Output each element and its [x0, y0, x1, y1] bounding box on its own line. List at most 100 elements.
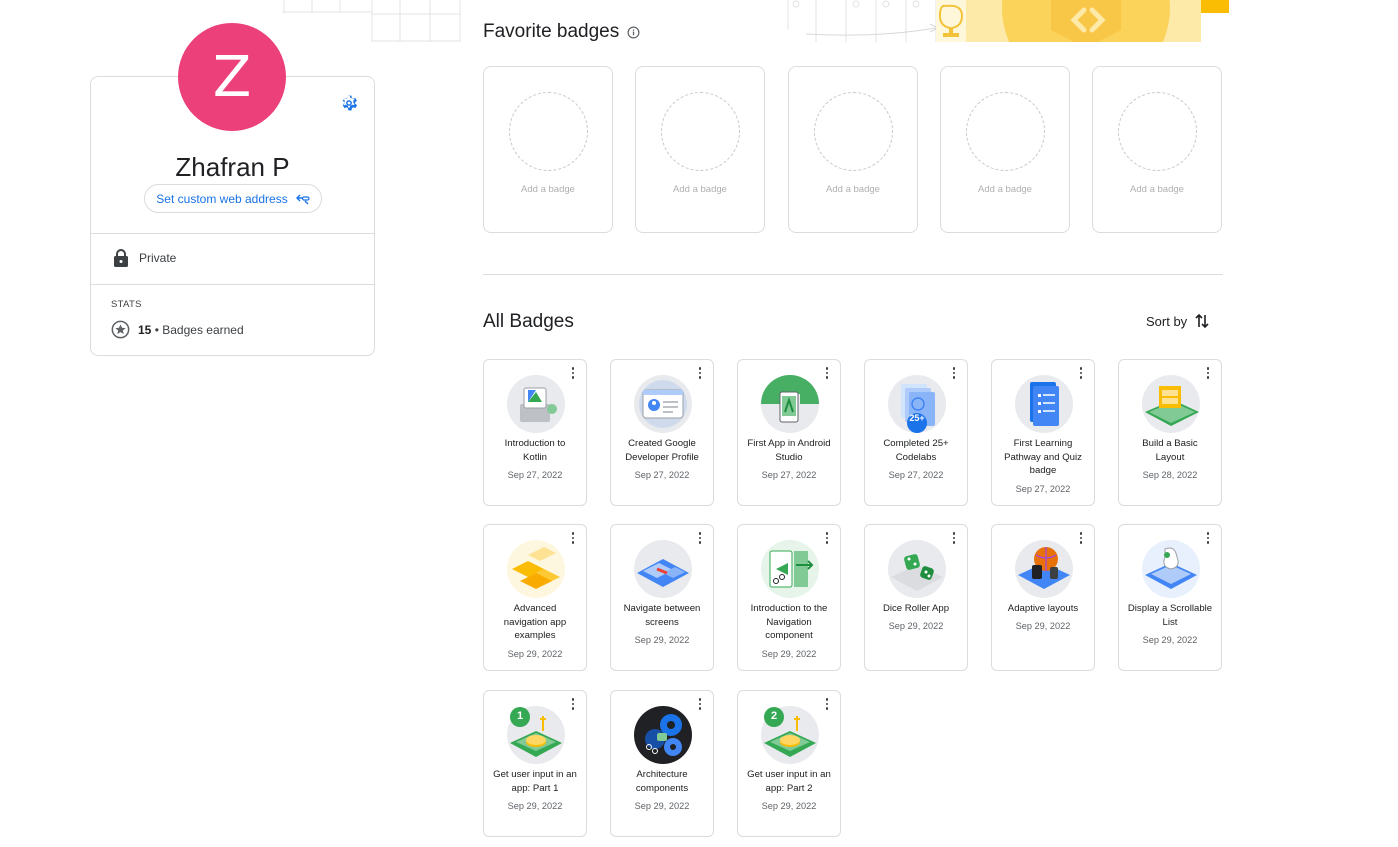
- badge-card[interactable]: Introduction to Kotlin Sep 27, 2022: [483, 359, 587, 506]
- badge-date: Sep 27, 2022: [761, 470, 817, 480]
- favorite-badge-slot[interactable]: Add a badge: [940, 66, 1070, 233]
- badge-card[interactable]: Created Google Developer Profile Sep 27,…: [610, 359, 714, 506]
- more-vert-icon[interactable]: [566, 366, 580, 380]
- decorative-trophy-art: [787, 0, 1229, 42]
- badge-card[interactable]: Navigate between screens Sep 29, 2022: [610, 524, 714, 671]
- badge-card[interactable]: 1 Get user input in an app: Part 1 Sep 2…: [483, 690, 587, 837]
- badge-card[interactable]: First App in Android Studio Sep 27, 2022: [737, 359, 841, 506]
- avatar: Z: [178, 23, 286, 131]
- favorite-badge-slot[interactable]: Add a badge: [1092, 66, 1222, 233]
- empty-badge-placeholder: [1118, 92, 1197, 171]
- badge-title: Get user input in an app: Part 1: [493, 769, 577, 794]
- gear-icon[interactable]: [339, 93, 359, 113]
- badge-card[interactable]: Introduction to the Navigation component…: [737, 524, 841, 671]
- badge-title: Completed 25+ Codelabs: [883, 438, 949, 463]
- advanced-navigation-badge-icon: [507, 540, 565, 598]
- favorite-badge-slot[interactable]: Add a badge: [635, 66, 765, 233]
- part-number-overlay: 1: [516, 710, 524, 722]
- add-badge-label: Add a badge: [1130, 184, 1184, 195]
- stats-heading: STATS: [111, 299, 142, 310]
- badge-card[interactable]: Build a Basic Layout Sep 28, 2022: [1118, 359, 1222, 506]
- more-vert-icon[interactable]: [566, 531, 580, 545]
- badge-card[interactable]: Dice Roller App Sep 29, 2022: [864, 524, 968, 671]
- badge-card[interactable]: 2 Get user input in an app: Part 2 Sep 2…: [737, 690, 841, 837]
- divider: [91, 284, 374, 285]
- badge-title: Created Google Developer Profile: [625, 438, 699, 463]
- add-badge-label: Add a badge: [826, 184, 880, 195]
- star-badge-icon: [111, 320, 130, 339]
- android-studio-badge-icon: [761, 375, 819, 433]
- badge-title: First Learning Pathway and Quiz badge: [1004, 438, 1082, 476]
- badge-card[interactable]: Adaptive layouts Sep 29, 2022: [991, 524, 1095, 671]
- sort-arrows-icon: [1195, 313, 1209, 329]
- badge-count: 15: [138, 322, 152, 337]
- badge-date: Sep 28, 2022: [1142, 470, 1198, 480]
- more-vert-icon[interactable]: [1074, 531, 1088, 545]
- badge-card[interactable]: Display a Scrollable List Sep 29, 2022: [1118, 524, 1222, 671]
- more-vert-icon[interactable]: [1201, 366, 1215, 380]
- badge-card[interactable]: First Learning Pathway and Quiz badge Se…: [991, 359, 1095, 506]
- badge-title: Display a Scrollable List: [1127, 603, 1213, 628]
- favorite-badge-slot[interactable]: Add a badge: [483, 66, 613, 233]
- empty-badge-placeholder: [814, 92, 893, 171]
- badge-date: Sep 27, 2022: [634, 470, 690, 480]
- more-vert-icon[interactable]: [693, 697, 707, 711]
- more-vert-icon[interactable]: [1074, 366, 1088, 380]
- badge-date: Sep 29, 2022: [1142, 635, 1198, 645]
- more-vert-icon[interactable]: [820, 366, 834, 380]
- favorite-badges-heading: Favorite badges: [483, 21, 620, 42]
- sort-by-button[interactable]: Sort by: [1146, 313, 1209, 329]
- badge-date: Sep 29, 2022: [507, 649, 563, 659]
- badge-date: Sep 29, 2022: [1015, 621, 1071, 631]
- scrollable-list-badge-icon: [1142, 540, 1200, 598]
- badge-title: Adaptive layouts: [1007, 603, 1079, 614]
- add-badge-label: Add a badge: [978, 184, 1032, 195]
- more-vert-icon[interactable]: [566, 697, 580, 711]
- more-vert-icon[interactable]: [820, 697, 834, 711]
- profile-name: Zhafran P: [175, 152, 290, 182]
- empty-badge-placeholder: [661, 92, 740, 171]
- codelabs-count-overlay: 25+: [909, 413, 925, 423]
- adaptive-layouts-badge-icon: [1015, 540, 1073, 598]
- custom-url-label: Set custom web address: [156, 191, 288, 206]
- pathway-quiz-badge-icon: [1015, 375, 1073, 433]
- more-vert-icon[interactable]: [693, 531, 707, 545]
- link-edit-icon: [295, 194, 310, 204]
- favorite-badge-slot[interactable]: Add a badge: [788, 66, 918, 233]
- badge-date: Sep 29, 2022: [634, 635, 690, 645]
- part-number-overlay: 2: [770, 710, 778, 722]
- empty-badge-placeholder: [966, 92, 1045, 171]
- sort-by-label: Sort by: [1146, 313, 1188, 329]
- empty-badge-placeholder: [509, 92, 588, 171]
- badge-title: First App in Android Studio: [747, 438, 831, 463]
- divider: [91, 233, 374, 234]
- badge-title: Dice Roller App: [882, 603, 950, 614]
- badge-title: Build a Basic Layout: [1142, 438, 1198, 463]
- kotlin-badge-icon: [507, 375, 565, 433]
- more-vert-icon[interactable]: [820, 531, 834, 545]
- more-vert-icon[interactable]: [947, 366, 961, 380]
- badge-card[interactable]: Architecture components Sep 29, 2022: [610, 690, 714, 837]
- dice-roller-badge-icon: [888, 540, 946, 598]
- badge-date: Sep 29, 2022: [634, 801, 690, 811]
- info-icon[interactable]: [627, 26, 640, 39]
- navigate-screens-badge-icon: [634, 540, 692, 598]
- privacy-status: Private: [113, 249, 176, 267]
- more-vert-icon[interactable]: [693, 366, 707, 380]
- more-vert-icon[interactable]: [1201, 531, 1215, 545]
- badge-date: Sep 29, 2022: [888, 621, 944, 631]
- set-custom-web-address-button[interactable]: Set custom web address: [144, 184, 322, 213]
- badge-card[interactable]: Advanced navigation app examples Sep 29,…: [483, 524, 587, 671]
- badges-earned-stat: 15 • Badges earned: [111, 320, 244, 339]
- basic-layout-badge-icon: [1142, 375, 1200, 433]
- badge-date: Sep 29, 2022: [761, 649, 817, 659]
- more-vert-icon[interactable]: [947, 531, 961, 545]
- privacy-label: Private: [139, 251, 177, 265]
- badge-title: Introduction to the Navigation component: [750, 603, 828, 641]
- badge-date: Sep 27, 2022: [1015, 484, 1071, 494]
- badge-card[interactable]: 25+ Completed 25+ Codelabs Sep 27, 2022: [864, 359, 968, 506]
- badge-title: Architecture components: [635, 769, 689, 794]
- navigation-component-badge-icon: [761, 540, 819, 598]
- all-badges-title: All Badges: [483, 311, 574, 332]
- badges-earned-label: • Badges earned: [154, 322, 244, 337]
